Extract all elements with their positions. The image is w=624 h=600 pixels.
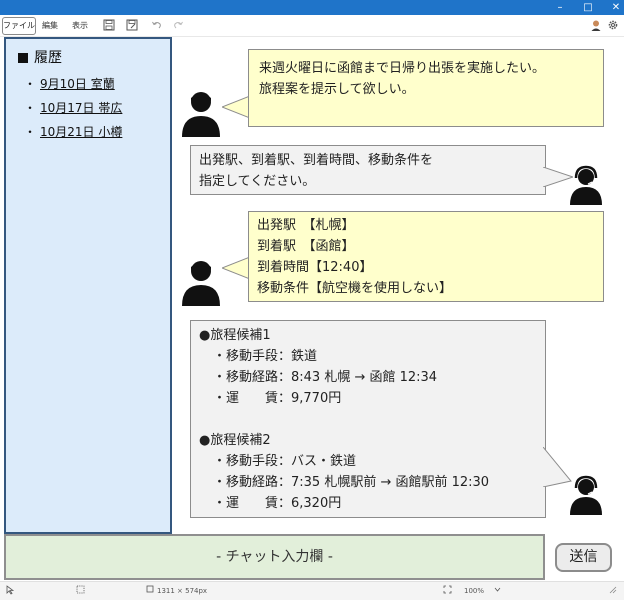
chevron-down-icon[interactable] [494,585,501,598]
bubble-tail [222,96,250,118]
message-line: 出発駅、到着駅、到着時間、移動条件を [199,153,434,168]
redo-icon[interactable] [171,19,185,33]
message-line: ・運 賃：9,770円 [213,391,342,406]
zoom-level[interactable]: 100% [464,585,484,598]
message-line: ・移動手段：バス・鉄道 [213,454,357,469]
history-bullet: ・ [24,101,37,115]
history-bullet: ・ [24,125,37,139]
resize-grip-icon[interactable] [608,585,617,598]
message-line: 到着時間【12:40】 [257,260,373,275]
send-button[interactable]: 送信 [555,543,612,572]
history-item[interactable]: ・ 9月10日 室蘭 [24,75,115,92]
history-item[interactable]: ・ 10月17日 帯広 [24,99,122,116]
minimize-button[interactable]: – [546,0,574,15]
message-line [199,409,537,430]
user-message: 出発駅 【札幌】 到着駅 【函館】 到着時間【12:40】 移動条件【航空機を使… [248,211,604,302]
history-bullet: ・ [24,77,37,91]
history-link[interactable]: 9月10日 室蘭 [40,77,115,91]
maximize-button[interactable]: □ [574,0,602,15]
assistant-message: 出発駅、到着駅、到着時間、移動条件を 指定してください。 [190,145,546,195]
chat-input[interactable]: - チャット入力欄 - [4,534,545,580]
assistant-message: ●旅程候補1 ・移動手段：鉄道 ・移動経路：8:43 札幌 → 函館 12:34… [190,320,546,518]
user-icon[interactable] [589,19,603,33]
message-line: 来週火曜日に函館まで日帰り出張を実施したい。 [259,61,546,76]
status-bar: 1311 × 574px 100% [0,581,624,600]
close-button[interactable]: ✕ [602,0,624,15]
message-line: ・移動経路：8:43 札幌 → 函館 12:34 [213,370,438,385]
toolbar: ファイル 編集 表示 [0,15,624,37]
message-line: ・運 賃：6,320円 [213,496,342,511]
chat-input-placeholder: - チャット入力欄 - [216,549,333,565]
message-line: ●旅程候補2 [199,433,271,448]
message-line: ●旅程候補1 [199,328,271,343]
save-icon[interactable] [102,19,116,33]
selection-icon[interactable] [76,585,85,598]
user-avatar-icon [182,92,220,137]
square-bullet-icon [18,53,28,63]
operator-avatar-icon [570,475,602,515]
history-sidebar: 履歴 ・ 9月10日 室蘭 ・ 10月17日 帯広 ・ 10月21日 小樽 [4,37,172,534]
message-line: 移動条件【航空機を使用しない】 [257,281,453,296]
gear-icon[interactable] [606,19,620,33]
user-avatar-icon [182,261,220,306]
view-menu[interactable]: 表示 [72,17,88,35]
history-link[interactable]: 10月21日 小樽 [40,125,122,139]
canvas-size: 1311 × 574px [157,587,208,595]
bubble-tail [222,257,250,279]
operator-avatar-icon [570,165,602,205]
fit-icon[interactable] [443,585,452,598]
pointer-icon[interactable] [6,585,15,598]
message-line: 到着駅 【函館】 [257,239,355,254]
message-line: 旅程案を提示して欲しい。 [259,82,415,97]
save-as-icon[interactable] [125,19,139,33]
history-item[interactable]: ・ 10月21日 小樽 [24,123,122,140]
message-line: 出発駅 【札幌】 [257,218,355,233]
chat-area: 来週火曜日に函館まで日帰り出張を実施したい。 旅程案を提示して欲しい。 出発駅、… [174,37,620,534]
title-bar: – □ ✕ [0,0,624,15]
message-line: ・移動手段：鉄道 [213,349,318,364]
file-menu[interactable]: ファイル [2,17,36,35]
message-line: ・移動経路：7:35 札幌駅前 → 函館駅前 12:30 [213,475,490,490]
message-line: 指定してください。 [199,174,316,189]
history-title: 履歴 [18,47,62,67]
edit-menu[interactable]: 編集 [42,17,58,35]
canvas-size-icon [146,585,154,598]
undo-icon[interactable] [150,19,164,33]
user-message: 来週火曜日に函館まで日帰り出張を実施したい。 旅程案を提示して欲しい。 [248,49,604,127]
history-link[interactable]: 10月17日 帯広 [40,101,122,115]
